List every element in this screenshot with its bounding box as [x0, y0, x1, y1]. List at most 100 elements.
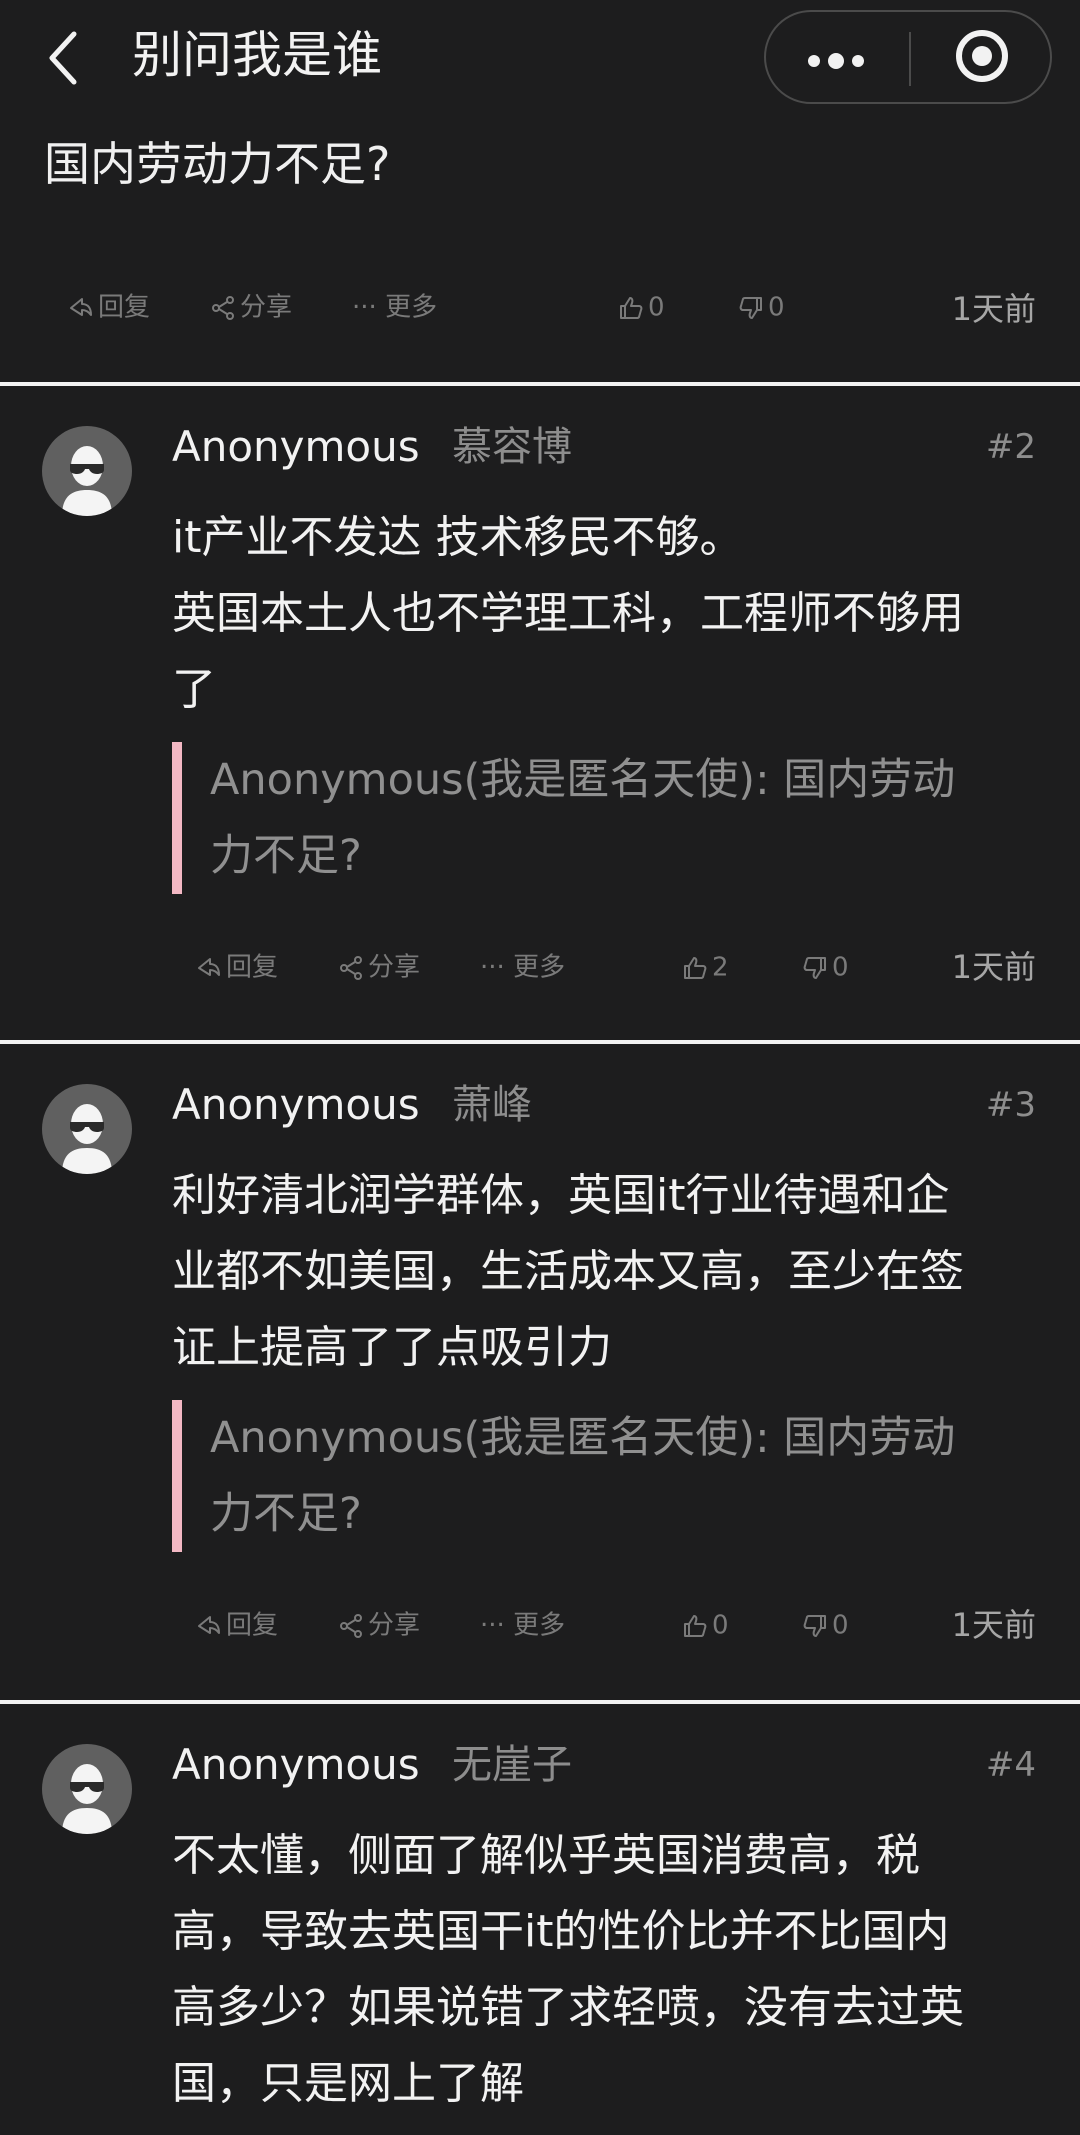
share-label: 分享	[368, 952, 421, 983]
thumbs-down-icon	[803, 956, 826, 979]
like-button[interactable]: 0	[682, 1600, 729, 1650]
like-count: 2	[712, 952, 729, 983]
quote-line: 力不足?	[210, 831, 362, 881]
capsule-close-button[interactable]	[912, 12, 1050, 102]
post-time: 1天前	[951, 948, 1036, 986]
reply-icon	[70, 297, 92, 316]
share-button[interactable]: 分享	[210, 282, 292, 332]
avatar[interactable]	[42, 1744, 132, 1834]
author-name[interactable]: Anonymous	[172, 420, 420, 474]
thumbs-up-icon	[684, 1614, 707, 1637]
thumbs-up-icon	[684, 956, 707, 979]
share-label: 分享	[240, 292, 293, 323]
more-dots-icon: ···	[480, 1610, 505, 1641]
floor-number: #4	[985, 1745, 1036, 1785]
reply-icon	[198, 957, 220, 976]
dislike-button[interactable]: 0	[802, 942, 849, 992]
more-label: 更多	[513, 952, 566, 983]
quote-line: Anonymous(我是匿名天使): 国内劳动	[210, 755, 956, 805]
avatar[interactable]	[42, 1084, 132, 1174]
content-line: 证上提高了了点吸引力	[172, 1322, 612, 1373]
more-label: 更多	[385, 292, 438, 323]
quoted-reply[interactable]: Anonymous(我是匿名天使): 国内劳动 力不足?	[172, 742, 1042, 894]
back-button[interactable]	[44, 28, 84, 88]
share-label: 分享	[368, 1610, 421, 1641]
share-icon	[212, 295, 234, 320]
mini-program-capsule	[764, 10, 1052, 104]
like-count: 0	[648, 292, 665, 323]
share-button[interactable]: 分享	[338, 942, 420, 992]
comment-card: Anonymous 无崖子 #4 不太懂，侧面了解似乎英国消费高，税 高，导致去…	[0, 1704, 1080, 2135]
author-nickname: 萧峰	[452, 1082, 532, 1128]
author-name[interactable]: Anonymous	[172, 1078, 420, 1132]
anonymous-avatar-icon	[62, 1764, 112, 1834]
reply-button[interactable]: 回复	[196, 942, 278, 992]
quoted-reply[interactable]: Anonymous(我是匿名天使): 国内劳动 力不足?	[172, 1400, 1042, 1552]
content-line: it产业不发达 技术移民不够。	[172, 512, 744, 563]
more-button[interactable]: ··· 更多	[480, 1600, 565, 1650]
page-title: 别问我是谁	[132, 26, 382, 84]
thumbs-up-icon	[620, 296, 643, 319]
more-button[interactable]: ··· 更多	[352, 282, 437, 332]
reply-label: 回复	[226, 952, 279, 983]
content-line: 了	[172, 664, 216, 715]
like-count: 0	[712, 1610, 729, 1641]
target-icon	[956, 30, 1008, 82]
quote-bar	[172, 1400, 182, 1552]
post-time: 1天前	[951, 290, 1036, 328]
content-line: 不太懂，侧面了解似乎英国消费高，税	[172, 1830, 920, 1881]
reply-label: 回复	[226, 1610, 279, 1641]
capsule-more-button[interactable]	[766, 12, 908, 102]
content-line: 高多少？如果说错了求轻喷，没有去过英	[172, 1982, 964, 2033]
chevron-left-icon	[49, 31, 77, 85]
quote-bar	[172, 742, 182, 894]
quote-line: Anonymous(我是匿名天使): 国内劳动	[210, 1413, 956, 1463]
action-bar: 回复 分享 ··· 更多 0 0	[0, 282, 1080, 332]
comment-content: 不太懂，侧面了解似乎英国消费高，税 高，导致去英国干it的性价比并不比国内 高多…	[172, 1818, 1042, 2122]
dislike-button[interactable]: 0	[802, 1600, 849, 1650]
content-line: 英国本土人也不学理工科，工程师不够用	[172, 588, 964, 639]
floor-number: #3	[985, 1085, 1036, 1125]
dislike-count: 0	[832, 952, 849, 983]
action-bar: 回复 分享 ··· 更多 2 0	[196, 942, 896, 992]
author-name[interactable]: Anonymous	[172, 1738, 420, 1792]
content-line: 高，导致去英国干it的性价比并不比国内	[172, 1906, 950, 1957]
share-icon	[340, 955, 362, 980]
anonymous-avatar-icon	[62, 1104, 112, 1174]
dislike-count: 0	[832, 1610, 849, 1641]
reply-button[interactable]: 回复	[68, 282, 150, 332]
content-line: 业都不如美国，生活成本又高，至少在签	[172, 1246, 964, 1297]
quote-text: Anonymous(我是匿名天使): 国内劳动 力不足?	[210, 742, 1030, 894]
share-icon	[340, 1613, 362, 1638]
dislike-button[interactable]: 0	[738, 282, 785, 332]
more-dots-icon: ···	[480, 952, 505, 983]
content-line: 利好清北润学群体，英国it行业待遇和企	[172, 1170, 950, 1221]
post-time: 1天前	[951, 1606, 1036, 1644]
reply-icon	[198, 1615, 220, 1634]
capsule-divider	[909, 32, 911, 86]
share-button[interactable]: 分享	[338, 1600, 420, 1650]
dislike-count: 0	[768, 292, 785, 323]
question-text: 国内劳动力不足?	[44, 137, 391, 191]
content-line: 国，只是网上了解	[172, 2058, 524, 2109]
like-button[interactable]: 0	[618, 282, 665, 332]
author-nickname: 无崖子	[452, 1742, 572, 1788]
more-button[interactable]: ··· 更多	[480, 942, 565, 992]
comment-card: Anonymous 慕容博 #2 it产业不发达 技术移民不够。 英国本土人也不…	[0, 386, 1080, 1040]
reply-button[interactable]: 回复	[196, 1600, 278, 1650]
comment-card: Anonymous 萧峰 #3 利好清北润学群体，英国it行业待遇和企 业都不如…	[0, 1044, 1080, 1698]
comment-content: 利好清北润学群体，英国it行业待遇和企 业都不如美国，生活成本又高，至少在签 证…	[172, 1158, 1042, 1386]
nav-bar: 别问我是谁	[0, 0, 1080, 118]
reply-label: 回复	[98, 292, 151, 323]
more-dots-icon: ···	[352, 292, 377, 323]
anonymous-avatar-icon	[62, 446, 112, 516]
comment-content: it产业不发达 技术移民不够。 英国本土人也不学理工科，工程师不够用 了	[172, 500, 1042, 728]
like-button[interactable]: 2	[682, 942, 729, 992]
more-label: 更多	[513, 1610, 566, 1641]
thumbs-down-icon	[739, 296, 762, 319]
avatar[interactable]	[42, 426, 132, 516]
quote-line: 力不足?	[210, 1489, 362, 1539]
thumbs-down-icon	[803, 1614, 826, 1637]
action-bar: 回复 分享 ··· 更多 0 0	[196, 1600, 896, 1650]
floor-number: #2	[985, 427, 1036, 467]
